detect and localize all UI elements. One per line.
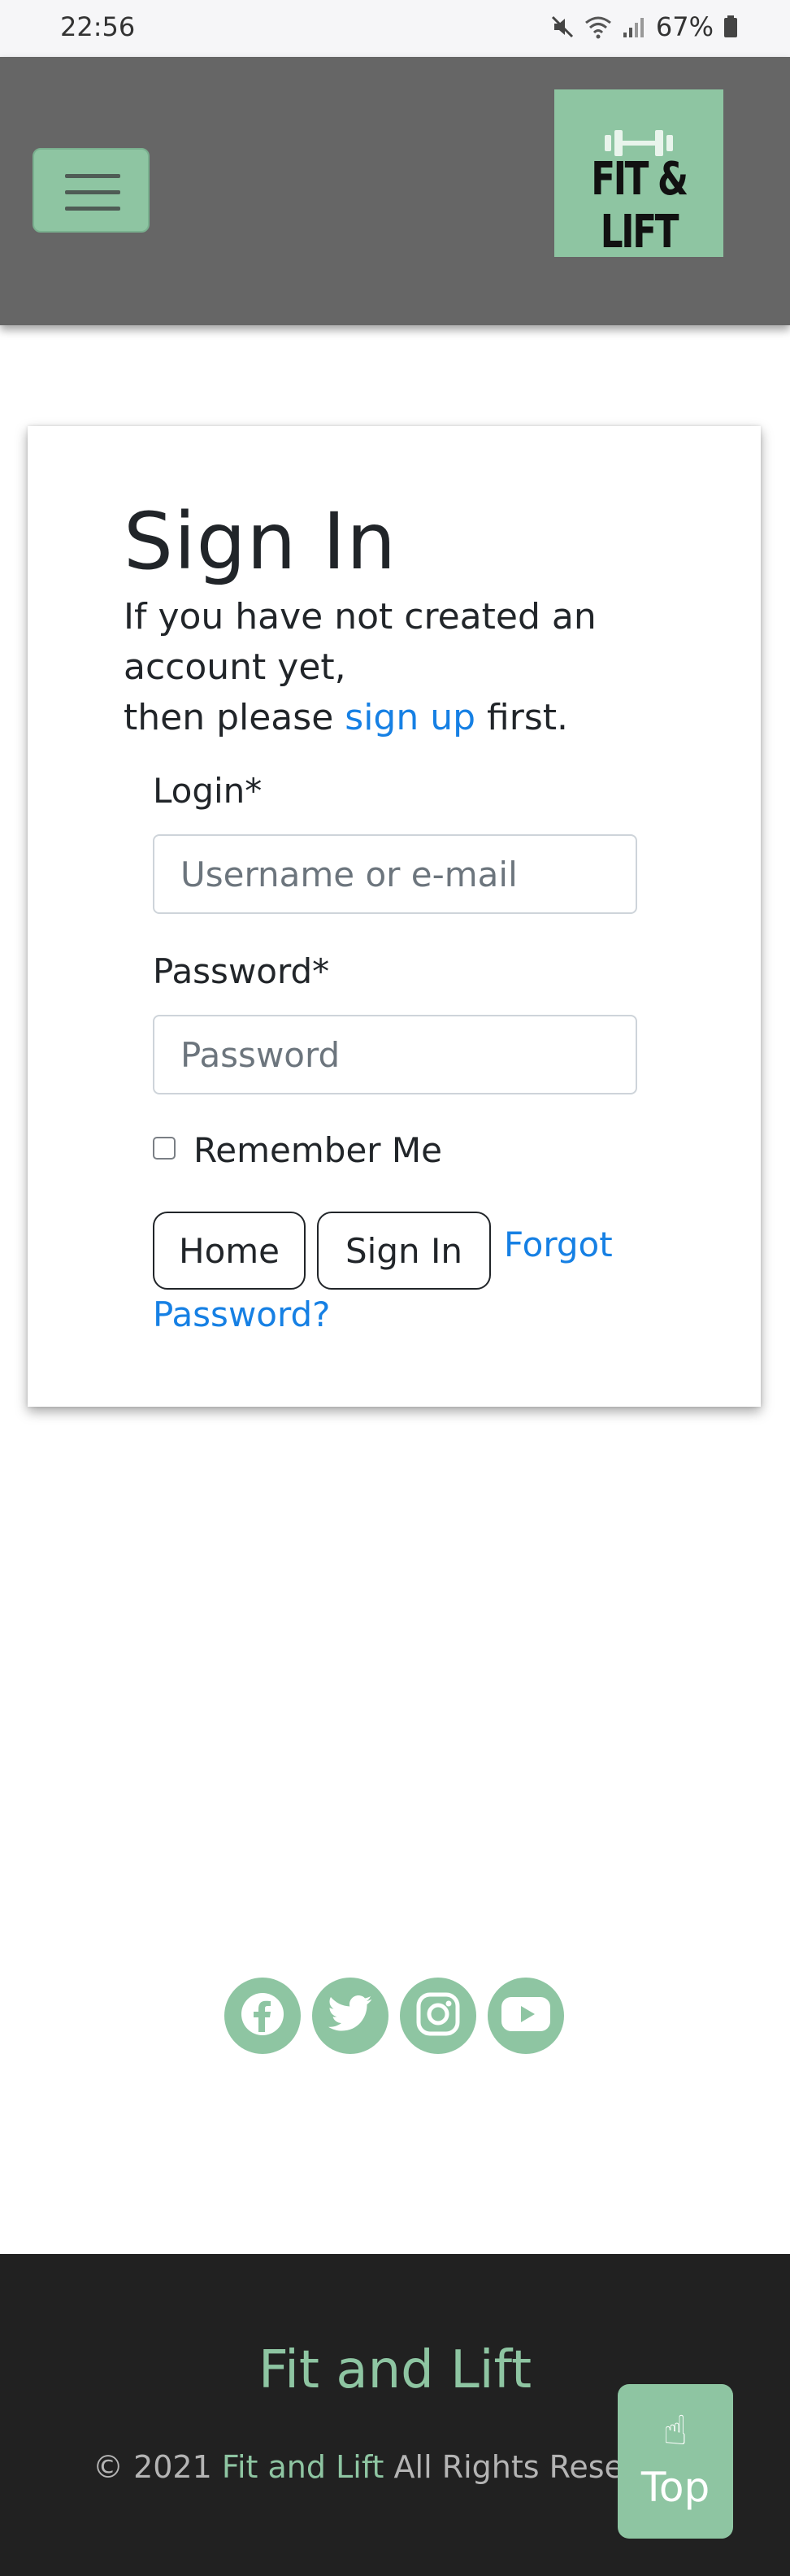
copyright-suffix: All Rights Reserved	[393, 2449, 621, 2485]
signin-card: Sign In If you have not created an accou…	[28, 426, 761, 1407]
remember-me[interactable]: Remember Me	[153, 1130, 442, 1170]
facebook-button[interactable]	[224, 1978, 301, 2054]
battery-percent: 67%	[655, 11, 714, 42]
signin-button[interactable]: Sign In	[317, 1212, 491, 1290]
twitter-icon	[326, 1991, 375, 2040]
remember-me-checkbox[interactable]	[153, 1136, 176, 1160]
twitter-button[interactable]	[312, 1978, 388, 2054]
status-time: 22:56	[60, 11, 136, 42]
forgot-password-link[interactable]: Forgot	[504, 1225, 613, 1264]
signal-icon	[622, 15, 646, 39]
forgot-password-link-cont[interactable]: Password?	[153, 1295, 330, 1334]
signup-link[interactable]: sign up	[345, 697, 475, 738]
pointing-up-icon: ☝	[662, 2407, 688, 2454]
status-icons: 67%	[550, 11, 738, 42]
login-input[interactable]	[153, 834, 637, 914]
footer-copyright: © 2021 Fit and Lift All Rights Reserved	[93, 2449, 621, 2485]
mute-icon	[550, 15, 575, 39]
battery-icon	[723, 15, 738, 39]
intro-prefix: then please	[124, 697, 334, 738]
password-input[interactable]	[153, 1015, 637, 1094]
youtube-button[interactable]	[488, 1978, 564, 2054]
signin-intro: If you have not created an account yet, …	[124, 592, 644, 743]
logo-text: FIT & LIFT	[591, 153, 688, 259]
page-title: Sign In	[124, 496, 397, 587]
wifi-icon	[584, 15, 612, 39]
copyright-prefix: © 2021	[93, 2449, 212, 2485]
home-button[interactable]: Home	[153, 1212, 306, 1290]
back-to-top-button[interactable]: ☝ Top	[618, 2384, 733, 2539]
hamburger-bar	[65, 174, 120, 178]
navbar: FIT & LIFT	[0, 57, 790, 325]
password-label: Password*	[153, 951, 330, 991]
intro-line1: If you have not created an account yet,	[124, 596, 597, 688]
copyright-brand: Fit and Lift	[221, 2449, 384, 2485]
login-label: Login*	[153, 771, 263, 811]
hamburger-bar	[65, 190, 120, 194]
hamburger-menu-button[interactable]	[33, 148, 150, 233]
remember-me-label: Remember Me	[193, 1130, 442, 1170]
social-links	[224, 1978, 564, 2054]
instagram-icon	[415, 1991, 461, 2040]
site-logo[interactable]: FIT & LIFT	[554, 89, 723, 259]
intro-suffix: first.	[487, 697, 569, 738]
youtube-icon	[500, 1995, 552, 2036]
instagram-button[interactable]	[400, 1978, 476, 2054]
back-to-top-label: Top	[640, 2464, 710, 2511]
hamburger-bar	[65, 207, 120, 211]
status-bar: 22:56 67%	[0, 0, 790, 57]
facebook-icon	[238, 1990, 287, 2042]
